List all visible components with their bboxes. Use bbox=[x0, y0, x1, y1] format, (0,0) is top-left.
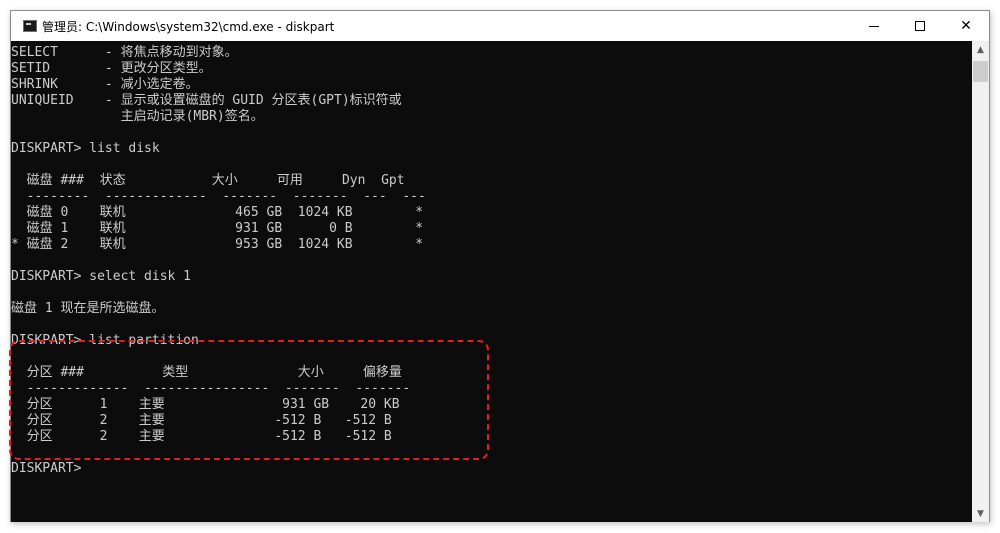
console-line: 磁盘 1 联机 931 GB 0 B * bbox=[11, 221, 424, 236]
console-line: UNIQUEID - 显示或设置磁盘的 GUID 分区表(GPT)标识符或 bbox=[11, 93, 402, 108]
console-line: 分区 2 主要 -512 B -512 B bbox=[11, 413, 392, 428]
console-output[interactable]: SELECT - 将焦点移动到对象。 SETID - 更改分区类型。 SHRINK … bbox=[11, 41, 972, 522]
console-line: 磁盘 1 现在是所选磁盘。 bbox=[11, 301, 165, 316]
scroll-thumb[interactable] bbox=[973, 61, 988, 82]
console-line: 分区 ### 类型 大小 偏移量 bbox=[11, 365, 402, 380]
console-line: 分区 1 主要 931 GB 20 KB bbox=[11, 397, 400, 412]
console-line: DISKPART> select disk 1 bbox=[11, 269, 192, 284]
minimize-button[interactable] bbox=[851, 11, 897, 41]
console-line: -------- ------------- ------- ------- -… bbox=[11, 189, 426, 204]
maximize-icon bbox=[915, 21, 925, 31]
console-line: SHRINK - 减小选定卷。 bbox=[11, 77, 199, 92]
console-line: 磁盘 0 联机 465 GB 1024 KB * bbox=[11, 205, 424, 220]
console-line: SETID - 更改分区类型。 bbox=[11, 61, 212, 76]
console-line: DISKPART> bbox=[11, 461, 90, 476]
scroll-down-icon[interactable]: ▼ bbox=[972, 505, 989, 522]
console-line: ------------- ---------------- ------- -… bbox=[11, 381, 411, 396]
cmd-window: 管理员: C:\Windows\system32\cmd.exe - diskp… bbox=[10, 10, 990, 522]
console-line: SELECT - 将焦点移动到对象。 bbox=[11, 45, 238, 60]
scroll-up-icon[interactable]: ▲ bbox=[972, 41, 989, 58]
maximize-button[interactable] bbox=[897, 11, 943, 41]
close-button[interactable]: ✕ bbox=[943, 11, 989, 41]
console-line: 分区 2 主要 -512 B -512 B bbox=[11, 429, 392, 444]
console-line: DISKPART> list disk bbox=[11, 141, 160, 156]
console-line: 磁盘 ### 状态 大小 可用 Dyn Gpt bbox=[11, 173, 405, 188]
title-bar[interactable]: 管理员: C:\Windows\system32\cmd.exe - diskp… bbox=[11, 11, 989, 41]
vertical-scrollbar[interactable]: ▲ ▼ bbox=[972, 41, 989, 522]
window-title: 管理员: C:\Windows\system32\cmd.exe - diskp… bbox=[42, 20, 335, 34]
console-line: 主启动记录(MBR)签名。 bbox=[11, 109, 264, 124]
console-line: DISKPART> list partition bbox=[11, 333, 199, 348]
cmd-icon bbox=[23, 20, 37, 32]
close-icon: ✕ bbox=[960, 18, 972, 34]
console-line: * 磁盘 2 联机 953 GB 1024 KB * bbox=[11, 237, 424, 252]
minimize-icon bbox=[869, 25, 879, 27]
